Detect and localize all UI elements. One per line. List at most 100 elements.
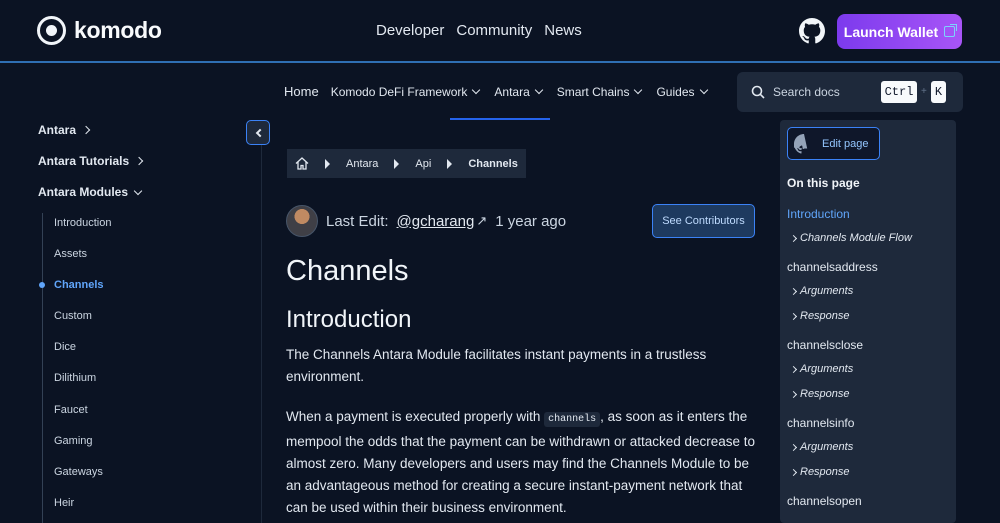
komodo-logo-icon (37, 16, 66, 45)
toc-item-channelsclose[interactable]: channelsclose (787, 338, 863, 352)
toc-subitem-label: Arguments (800, 363, 854, 375)
toc-item-introduction[interactable]: Introduction (787, 207, 850, 221)
chevron-down-icon (133, 186, 143, 195)
active-item-dot (39, 282, 45, 288)
page-title: Channels (286, 255, 409, 287)
chevron-right-icon (789, 468, 798, 476)
toc-subitem[interactable]: Response (789, 310, 850, 322)
section-heading-introduction: Introduction (286, 306, 412, 333)
home-icon[interactable] (295, 157, 309, 170)
external-arrow-icon: ↗ (476, 213, 488, 228)
search-placeholder: Search docs (773, 85, 840, 99)
toc-subitem[interactable]: Response (789, 388, 850, 400)
sidebar-item-dice[interactable]: Dice (54, 341, 76, 353)
toc-subitem-label: Arguments (800, 441, 854, 453)
chevron-right-icon (789, 390, 798, 398)
toc-item-channelsaddress[interactable]: channelsaddress (787, 260, 878, 274)
see-contributors-button[interactable]: See Contributors (652, 204, 755, 238)
kbd-k: K (931, 81, 946, 103)
sidebar-item-assets[interactable]: Assets (54, 248, 87, 260)
chevron-down-icon (634, 85, 643, 95)
breadcrumb-channels: Channels (468, 157, 518, 170)
chevron-right-icon (789, 365, 798, 373)
komodo-logo[interactable]: komodo (37, 16, 162, 45)
kbd-plus: + (921, 86, 927, 97)
breadcrumb-api[interactable]: Api (415, 158, 431, 170)
breadcrumb-antara[interactable]: Antara (346, 158, 378, 170)
sidebar-item-faucet[interactable]: Faucet (54, 404, 88, 416)
nav-label: Guides (656, 84, 695, 99)
sidebar-item-introduction[interactable]: Introduction (54, 217, 111, 229)
sidebar-section-label: Antara Tutorials (38, 154, 130, 168)
nav-smart-chains[interactable]: Smart Chains (557, 85, 643, 99)
toc-item-channelsopen[interactable]: channelsopen (787, 494, 862, 508)
author-link[interactable]: @gcharang (397, 213, 475, 230)
sidebar-section-label: Antara Modules (38, 185, 129, 199)
nav-komodo-defi-framework[interactable]: Komodo DeFi Framework (330, 84, 481, 99)
nav-community[interactable]: Community (456, 22, 532, 39)
chevron-right-icon (789, 234, 798, 242)
toc-subitem-label: Response (800, 466, 850, 478)
top-header: komodo Developer Community News Launch W… (0, 0, 1000, 63)
toc-heading: On this page (787, 176, 860, 190)
chevron-down-icon (472, 85, 481, 95)
edit-page-label: Edit page (822, 137, 869, 150)
github-icon (794, 133, 808, 154)
nav-label: Antara (494, 84, 530, 99)
external-link-icon (944, 24, 958, 37)
collapse-sidebar-button[interactable] (246, 120, 270, 145)
sidebar-section-antara-tutorials[interactable]: Antara Tutorials (38, 154, 144, 168)
sidebar-item-gaming[interactable]: Gaming (54, 435, 93, 447)
channels-paragraph: When a payment is executed properly with… (286, 406, 758, 519)
last-edit-label: Last Edit: (326, 212, 389, 230)
nav-guides[interactable]: Guides (656, 84, 708, 99)
chevron-right-icon (789, 443, 798, 451)
sidebar-section-antara-modules[interactable]: Antara Modules (38, 185, 143, 199)
sidebar-item-gateways[interactable]: Gateways (54, 466, 103, 478)
last-edit-time: 1 year ago (495, 212, 567, 230)
toc-subitem[interactable]: Response (789, 466, 850, 478)
intro-paragraph: The Channels Antara Module facilitates i… (286, 347, 707, 384)
sidebar-section-antara[interactable]: Antara (38, 123, 91, 137)
nav-home[interactable]: Home (284, 84, 319, 99)
nav-antara[interactable]: Antara (494, 84, 544, 99)
last-edit-info: Last Edit: @gcharang ↗ 1 year ago (286, 205, 566, 237)
toc-subitem-label: Channels Module Flow (800, 232, 912, 244)
paragraph-text: , as soon as it enters the mempool the o… (286, 409, 756, 515)
nav-label: Komodo DeFi Framework (330, 84, 468, 99)
avatar (286, 205, 318, 237)
sidebar-tree-line (42, 213, 43, 523)
launch-wallet-label: Launch Wallet (843, 23, 939, 40)
breadcrumb-separator-icon (447, 158, 453, 169)
active-nav-indicator (450, 118, 550, 120)
breadcrumb: Antara Api Channels (287, 149, 526, 178)
sidebar (0, 120, 262, 523)
search-docs-input[interactable]: Search docs Ctrl + K (737, 72, 963, 112)
docs-nav: Home Komodo DeFi Framework Antara Smart … (284, 84, 722, 99)
toc-subitem[interactable]: Channels Module Flow (789, 232, 912, 244)
github-icon[interactable] (799, 18, 825, 44)
toc-subitem[interactable]: Arguments (789, 285, 853, 297)
paragraph-text: When a payment is executed properly with (286, 409, 545, 424)
sidebar-item-channels[interactable]: Channels (54, 279, 104, 291)
sidebar-item-heir[interactable]: Heir (54, 497, 74, 509)
inline-code: channels (544, 412, 601, 427)
toc-subitem[interactable]: Arguments (789, 363, 854, 375)
nav-developer[interactable]: Developer (376, 22, 444, 39)
chevron-down-icon (534, 85, 544, 95)
toc-subitem-label: Response (800, 310, 850, 322)
toc-subitem[interactable]: Arguments (789, 441, 854, 453)
edit-page-button[interactable]: Edit page (787, 127, 880, 160)
kbd-ctrl: Ctrl (881, 81, 917, 103)
chevron-right-icon (134, 156, 144, 166)
sidebar-section-label: Antara (38, 123, 77, 137)
breadcrumb-separator-icon (325, 158, 330, 169)
sidebar-item-dilithium[interactable]: Dilithium (54, 372, 96, 384)
nav-news[interactable]: News (544, 22, 582, 39)
toc-item-channelsinfo[interactable]: channelsinfo (787, 416, 854, 430)
sidebar-item-custom[interactable]: Custom (54, 310, 92, 322)
chevron-right-icon (81, 125, 91, 135)
launch-wallet-button[interactable]: Launch Wallet (837, 14, 962, 49)
table-of-contents: Edit page On this page Introduction Chan… (780, 120, 956, 523)
logo-text: komodo (74, 17, 162, 43)
